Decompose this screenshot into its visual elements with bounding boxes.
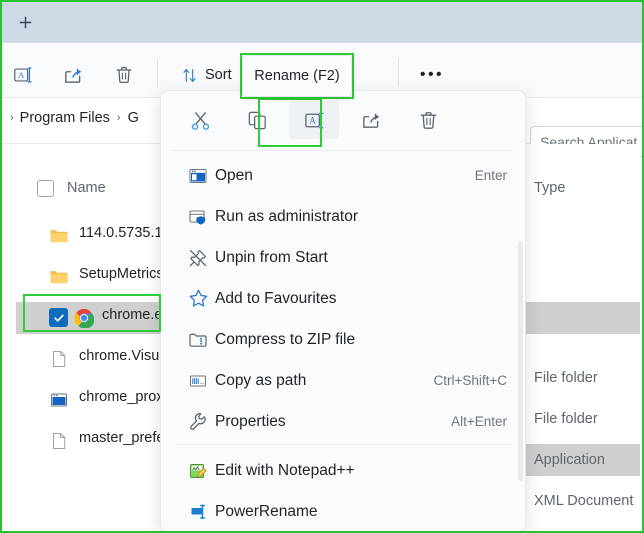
- unpin-icon: [187, 247, 209, 269]
- context-cut-button[interactable]: [175, 101, 225, 139]
- file-name: SetupMetrics: [79, 266, 164, 282]
- context-menu-scrollbar[interactable]: [518, 241, 523, 481]
- file-name: 114.0.5735.19: [79, 225, 171, 241]
- context-item-label: Run as administrator: [215, 207, 359, 225]
- column-header-type[interactable]: Type: [534, 180, 565, 196]
- trash-icon: [116, 66, 132, 83]
- command-divider: [157, 59, 158, 87]
- file-name: master_prefe: [79, 430, 165, 446]
- context-item-label: Edit with Notepad++: [215, 461, 355, 479]
- sort-label: Sort: [205, 67, 232, 83]
- notepadpp-icon: [187, 460, 209, 482]
- more-options-label: •••: [419, 66, 445, 83]
- breadcrumb[interactable]: › Program Files › G: [10, 110, 139, 126]
- context-item-shortcut: Alt+Enter: [451, 414, 507, 429]
- folder-icon: [49, 267, 69, 287]
- context-item-copy-as-path[interactable]: Copy as path Ctrl+Shift+C: [161, 360, 525, 401]
- delete-icon: [420, 111, 436, 129]
- context-item-unpin-from-start[interactable]: Unpin from Start: [161, 237, 525, 278]
- file-icon: [49, 431, 69, 451]
- file-type: Application: [534, 526, 605, 529]
- file-explorer-window: A Sort View •••: [0, 0, 644, 533]
- more-options-button[interactable]: •••: [414, 60, 450, 90]
- zip-folder-icon: [187, 329, 209, 351]
- context-rename-button[interactable]: A: [289, 101, 339, 139]
- delete-button[interactable]: [107, 60, 141, 90]
- app-window-icon: [49, 390, 69, 410]
- breadcrumb-separator: ›: [116, 112, 121, 124]
- new-tab-button[interactable]: [12, 10, 38, 34]
- folder-icon: [49, 226, 69, 246]
- chrome-icon: [74, 308, 95, 329]
- context-item-run-as-administrator[interactable]: Run as administrator: [161, 196, 525, 237]
- context-icon-row-divider: [173, 150, 513, 151]
- context-item-label: Properties: [215, 412, 286, 430]
- open-window-icon: [187, 165, 209, 187]
- breadcrumb-item-google[interactable]: G: [128, 110, 139, 126]
- rename-icon: A: [14, 67, 32, 83]
- file-name: chrome_prox: [79, 389, 164, 405]
- select-all-checkbox[interactable]: [37, 180, 54, 197]
- context-item-shortcut: Enter: [474, 168, 507, 183]
- context-item-compress-to-zip[interactable]: Compress to ZIP file: [161, 319, 525, 360]
- context-copy-button[interactable]: [232, 101, 282, 139]
- context-item-label: Add to Favourites: [215, 289, 337, 307]
- context-item-label: PowerRename: [215, 502, 318, 520]
- context-share-button[interactable]: [346, 101, 396, 139]
- context-item-shortcut: Ctrl+Shift+C: [433, 373, 507, 388]
- file-icon: [49, 349, 69, 369]
- wrench-icon: [187, 411, 209, 433]
- share-icon: [362, 112, 379, 128]
- context-item-powerrename[interactable]: PowerRename: [161, 491, 525, 531]
- copy-path-icon: [187, 370, 209, 392]
- column-header-name[interactable]: Name: [67, 180, 106, 196]
- context-item-properties[interactable]: Properties Alt+Enter: [161, 401, 525, 442]
- row-checkbox[interactable]: [49, 308, 68, 327]
- rename-tooltip: Rename (F2): [242, 55, 352, 97]
- context-item-label: Open: [215, 166, 253, 184]
- context-item-label: Compress to ZIP file: [215, 330, 356, 348]
- plus-icon: [19, 16, 31, 28]
- context-item-open[interactable]: Open Enter: [161, 155, 525, 196]
- breadcrumb-item-program-files[interactable]: Program Files: [20, 110, 110, 126]
- sort-arrows-icon: [183, 68, 196, 82]
- context-item-edit-with-notepadpp[interactable]: Edit with Notepad++: [161, 450, 525, 491]
- rename-icon: A: [304, 112, 323, 128]
- share-button[interactable]: [56, 60, 90, 90]
- rename-button[interactable]: A: [6, 60, 40, 90]
- sort-button[interactable]: Sort: [180, 60, 232, 90]
- shield-icon: [187, 206, 209, 228]
- context-item-label: Copy as path: [215, 371, 307, 389]
- file-name: chrome.Visua: [79, 348, 168, 364]
- tab-strip: [2, 2, 642, 42]
- context-menu-icon-row: A: [161, 91, 525, 149]
- svg-text:A: A: [309, 115, 316, 125]
- context-item-label: Unpin from Start: [215, 248, 328, 266]
- file-type: XML Document: [534, 493, 634, 509]
- svg-text:A: A: [18, 70, 25, 80]
- context-item-add-to-favourites[interactable]: Add to Favourites: [161, 278, 525, 319]
- context-delete-button[interactable]: [403, 101, 453, 139]
- context-menu-divider: [175, 444, 511, 445]
- tooltip-label: Rename (F2): [254, 68, 340, 84]
- command-divider-2: [398, 59, 399, 87]
- cut-icon: [191, 111, 209, 130]
- powerrename-icon: [187, 501, 209, 523]
- breadcrumb-leading-chevron: ›: [10, 112, 14, 124]
- star-icon: [187, 288, 209, 310]
- share-icon: [64, 67, 81, 83]
- context-menu: A Open Enter Run as administrator Unpin …: [160, 90, 526, 531]
- copy-icon: [248, 111, 266, 129]
